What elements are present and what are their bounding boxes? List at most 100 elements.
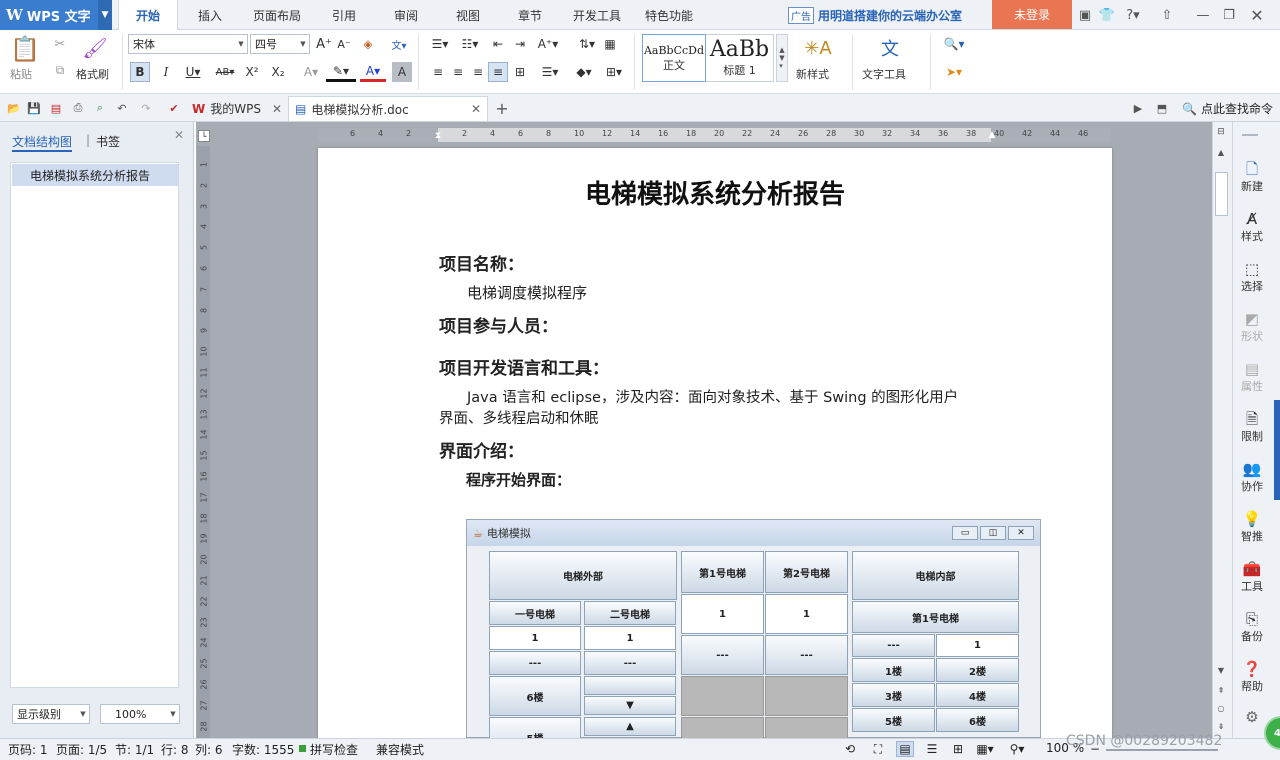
italic-icon[interactable]: I — [156, 62, 176, 82]
new-tab-icon[interactable]: + — [494, 99, 510, 118]
select-pointer-icon[interactable]: ➤▾ — [940, 62, 968, 82]
table-border-icon[interactable]: ▦ — [600, 34, 620, 54]
shading-icon[interactable]: ◆▾ — [570, 62, 598, 82]
paste-label[interactable]: 粘贴 — [10, 66, 32, 82]
bullets-icon[interactable]: ☰▾ — [426, 34, 454, 54]
cut-icon[interactable]: ✂ — [52, 36, 68, 52]
border-icon[interactable]: ⊞▾ — [600, 62, 628, 82]
tab-outline[interactable]: 文档结构图 — [12, 133, 73, 152]
font-name-select[interactable]: 宋体 ▼ — [128, 34, 248, 54]
customize-quick-access-icon[interactable]: ✔ — [166, 100, 182, 116]
zoom-slider[interactable] — [1106, 749, 1218, 751]
align-right-icon[interactable]: ≡ — [468, 62, 488, 82]
shirt-icon[interactable]: 👕 — [1096, 4, 1118, 26]
undo-icon[interactable]: ↶ — [114, 100, 130, 116]
ad-banner[interactable]: 广告 用明道搭建你的云端办公室 — [788, 5, 962, 25]
close-tab-icon[interactable]: ✕ — [272, 102, 282, 116]
strikethrough-icon[interactable]: AB▾ — [210, 62, 240, 82]
rail-restrict[interactable]: 🗎 限制 — [1232, 410, 1272, 444]
tab-special[interactable]: 特色功能 — [638, 0, 700, 30]
scroll-up-icon[interactable]: ▲ — [1214, 146, 1228, 158]
prev-page-icon[interactable]: ⇞ — [1214, 684, 1228, 696]
shrink-font-icon[interactable]: A⁻ — [334, 34, 354, 54]
reading-view-icon[interactable]: ▦▾ — [974, 741, 996, 757]
login-button[interactable]: 未登录 — [992, 0, 1072, 29]
highlight-icon[interactable]: ✎▾ — [326, 62, 356, 82]
bold-icon[interactable]: B — [130, 62, 150, 82]
fullscreen-icon[interactable]: ⛶ — [870, 741, 886, 757]
close-pane-icon[interactable]: ✕ — [172, 128, 186, 142]
redo-icon[interactable]: ↷ — [138, 100, 154, 116]
app-menu-button[interactable]: W WPS 文字 ▼ — [0, 0, 112, 30]
tab-document[interactable]: ▤ 电梯模拟分析.doc ✕ — [288, 96, 488, 121]
tab-developer[interactable]: 开发工具 — [566, 0, 628, 30]
tab-insert[interactable]: 插入 — [184, 0, 236, 30]
increase-indent-icon[interactable]: ⇥ — [510, 34, 530, 54]
cloud-icon[interactable]: ⬒ — [1154, 100, 1170, 116]
right-indent-marker[interactable]: ▲ — [987, 128, 997, 142]
copy-icon[interactable]: ⧉ — [52, 62, 68, 78]
pdf-icon[interactable]: ▤ — [48, 100, 64, 116]
tab-mywps[interactable]: W 我的WPS ✕ — [186, 96, 286, 121]
outline-view-icon[interactable]: ☰ — [924, 741, 940, 757]
close-tab-icon[interactable]: ✕ — [471, 102, 481, 116]
new-style-label[interactable]: 新样式 — [796, 66, 829, 82]
rail-backup[interactable]: ⎘ 备份 — [1232, 610, 1272, 644]
justify-icon[interactable]: ≡ — [488, 62, 508, 82]
status-words[interactable]: 字数: 1555 — [232, 741, 294, 758]
tab-bookmark[interactable]: 书签 — [96, 133, 120, 150]
tab-page-layout[interactable]: 页面布局 — [244, 0, 310, 30]
tab-view[interactable]: 视图 — [442, 0, 494, 30]
sort-icon[interactable]: ⇅▾ — [574, 34, 600, 54]
rail-expand-handle[interactable] — [1274, 400, 1280, 500]
underline-icon[interactable]: U▾ — [180, 62, 206, 82]
web-view-icon[interactable]: ⊞ — [950, 741, 966, 757]
help-menu-icon[interactable]: ?▾ — [1120, 4, 1146, 26]
align-center-icon[interactable]: ≡ — [448, 62, 468, 82]
decrease-indent-icon[interactable]: ⇤ — [488, 34, 508, 54]
style-gallery-scroll[interactable]: ▲ ▼ ▾ — [776, 34, 788, 82]
status-spell[interactable]: 拼写检查 — [310, 741, 358, 758]
font-size-select[interactable]: 四号 ▼ — [250, 34, 310, 54]
close-icon[interactable]: ✕ — [1246, 4, 1268, 26]
rail-tools[interactable]: 🧰 工具 — [1232, 560, 1272, 594]
font-color-icon[interactable]: A▾ — [360, 62, 386, 82]
distribute-icon[interactable]: ⊞ — [510, 62, 530, 82]
track-changes-icon[interactable]: ⟲ — [842, 741, 858, 757]
phonetic-guide-icon[interactable]: 文▾ — [384, 34, 414, 54]
rail-collaborate[interactable]: 👥 协作 — [1232, 460, 1272, 494]
style-normal[interactable]: AaBbCcDd 正文 — [642, 34, 706, 82]
next-page-icon[interactable]: ⇟ — [1214, 720, 1228, 732]
style-heading1[interactable]: AaBb 标题 1 — [706, 34, 774, 82]
share-icon[interactable]: ▶ — [1130, 100, 1146, 116]
indent-marker[interactable]: ⧗ — [433, 126, 443, 146]
rail-shape[interactable]: ◩ 形状 — [1232, 310, 1272, 344]
page-view-icon[interactable]: ▤ — [896, 741, 914, 757]
print-preview-icon[interactable]: ⌕ — [92, 100, 108, 116]
split-view-icon[interactable]: ⊟ — [1214, 126, 1228, 138]
align-left-icon[interactable]: ≡ — [428, 62, 448, 82]
minimize-icon[interactable]: — — [1192, 4, 1214, 26]
superscript-icon[interactable]: X² — [242, 62, 262, 82]
rail-select[interactable]: ⬚ 选择 — [1232, 260, 1272, 294]
scroll-down-icon[interactable]: ▼ — [1214, 664, 1228, 676]
paste-icon[interactable]: 📋 — [10, 34, 40, 64]
save-icon[interactable]: 💾 — [26, 100, 42, 116]
format-painter-icon[interactable]: 🖌 — [82, 34, 108, 62]
rail-recommend[interactable]: 💡 智推 — [1232, 510, 1272, 544]
find-icon[interactable]: 🔍▾ — [940, 34, 968, 54]
grow-font-icon[interactable]: A⁺ — [314, 34, 334, 54]
char-shading-icon[interactable]: A — [392, 62, 412, 82]
tab-home[interactable]: 开始 — [118, 0, 178, 31]
level-select[interactable]: 显示级别 ▼ — [12, 704, 90, 724]
tab-references[interactable]: 引用 — [318, 0, 370, 30]
tab-review[interactable]: 审阅 — [380, 0, 432, 30]
clear-format-icon[interactable]: ◈ — [358, 34, 378, 54]
chinese-layout-icon[interactable]: A⁺▾ — [534, 34, 562, 54]
pane-zoom-select[interactable]: 100% ▼ — [100, 704, 180, 724]
line-spacing-icon[interactable]: ☰▾ — [536, 62, 564, 82]
browse-object-icon[interactable]: ○ — [1214, 702, 1228, 714]
rail-help[interactable]: ❓ 帮助 — [1232, 660, 1272, 694]
tab-chapter[interactable]: 章节 — [504, 0, 556, 30]
rail-properties[interactable]: ▤ 属性 — [1232, 360, 1272, 394]
